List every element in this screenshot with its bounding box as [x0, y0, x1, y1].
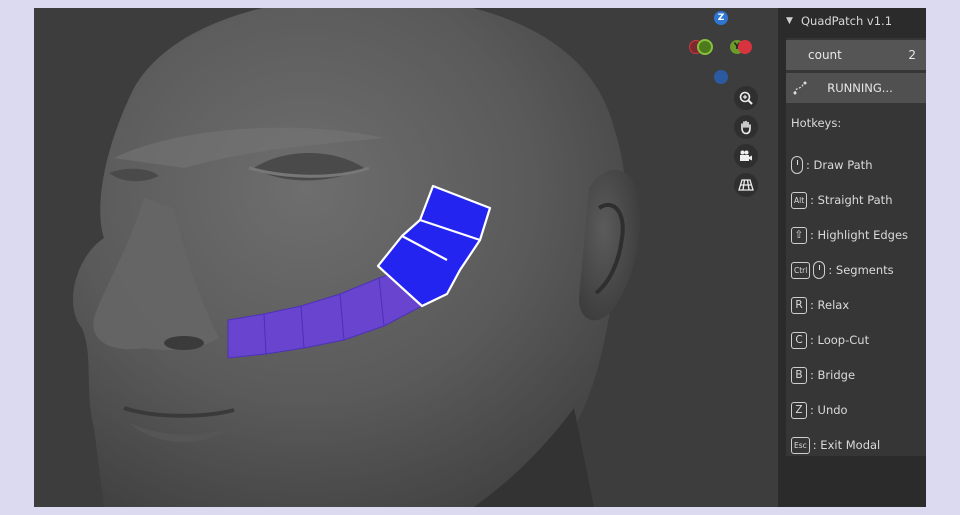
- hotkey-draw-path: : Draw Path: [791, 153, 872, 177]
- running-label: RUNNING...: [827, 81, 893, 95]
- camera-icon: [740, 150, 752, 161]
- hotkey-undo: Z : Undo: [791, 398, 848, 422]
- key-r: R: [791, 296, 807, 314]
- camera-view-button[interactable]: [734, 144, 758, 168]
- mouse-left-icon: [791, 156, 803, 174]
- count-value: 2: [908, 48, 916, 62]
- perspective-toggle-button[interactable]: [734, 173, 758, 197]
- hotkeys-title: Hotkeys:: [791, 116, 842, 130]
- hotkey-relax: R : Relax: [791, 293, 849, 317]
- gizmo-x-axis[interactable]: [738, 40, 752, 54]
- key-ctrl: Ctrl: [791, 261, 811, 279]
- chevron-down-icon: ▼: [786, 16, 793, 26]
- sidebar-panel: ▼ QuadPatch v1.1 count 2 RUNNING... Hotk…: [778, 8, 926, 507]
- zoom-icon: [739, 91, 753, 105]
- panel-title: QuadPatch v1.1: [801, 14, 893, 28]
- count-field[interactable]: count 2: [786, 40, 926, 70]
- grid-icon: [738, 179, 754, 191]
- key-alt: Alt: [791, 191, 808, 209]
- 3d-viewport[interactable]: Z Y: [34, 8, 778, 507]
- hotkey-loop-cut: C : Loop-Cut: [791, 328, 869, 352]
- blender-window: Z Y ▼ QuadPatch v1.1 count 2 RUNNING... …: [34, 8, 926, 507]
- panel-body: count 2 RUNNING... Hotkeys: : Draw Path …: [786, 38, 926, 456]
- panel-header[interactable]: ▼ QuadPatch v1.1: [786, 12, 922, 30]
- gizmo-z-axis[interactable]: Z: [714, 11, 728, 25]
- count-label: count: [808, 48, 842, 62]
- hand-pan-icon: [741, 120, 751, 135]
- path-tool-icon: [793, 81, 807, 95]
- mouse-wheel-icon: [813, 261, 826, 279]
- hotkey-bridge: B : Bridge: [791, 363, 855, 387]
- shift-key-icon: ⇧: [791, 226, 807, 244]
- hotkey-straight-path: Alt : Straight Path: [791, 188, 892, 212]
- hotkey-exit-modal: Esc : Exit Modal: [791, 433, 880, 457]
- key-esc: Esc: [791, 436, 810, 454]
- hotkey-highlight-edges: ⇧ : Highlight Edges: [791, 223, 908, 247]
- running-button[interactable]: RUNNING...: [786, 73, 926, 103]
- gizmo-neg-z-axis[interactable]: [714, 70, 728, 84]
- hotkey-segments: Ctrl : Segments: [791, 258, 894, 282]
- viewport-scene: [73, 8, 641, 507]
- key-c: C: [791, 331, 807, 349]
- key-z: Z: [791, 401, 807, 419]
- zoom-button[interactable]: [734, 86, 758, 110]
- pan-button[interactable]: [734, 115, 758, 139]
- gizmo-neg-y-axis[interactable]: [697, 39, 713, 55]
- key-b: B: [791, 366, 807, 384]
